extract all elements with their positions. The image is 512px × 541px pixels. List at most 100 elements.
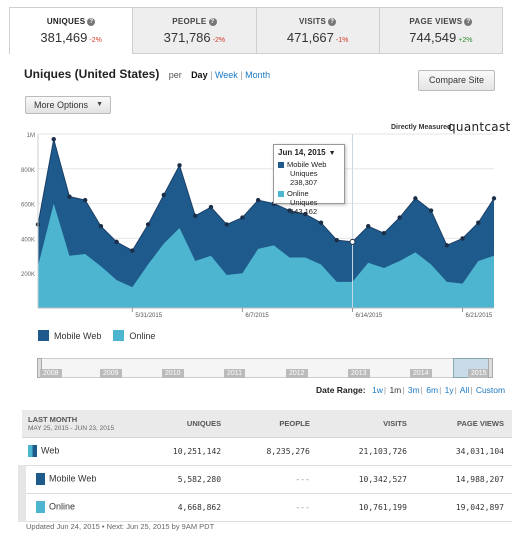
table-row[interactable]: Online 4,668,862 --- 10,761,199 19,042,8… bbox=[18, 493, 512, 522]
cell-people: --- bbox=[229, 493, 318, 522]
tab-people-label: PEOPLE bbox=[172, 17, 207, 26]
mobile-web-swatch bbox=[38, 330, 49, 341]
chart-header: Uniques (United States) per Day | Week |… bbox=[24, 67, 270, 81]
traffic-table: LAST MONTH MAY 25, 2015 - JUN 23, 2015 U… bbox=[18, 410, 512, 522]
online-swatch bbox=[36, 501, 45, 513]
period-header: LAST MONTH MAY 25, 2015 - JUN 23, 2015 bbox=[22, 410, 132, 438]
data-point bbox=[177, 163, 182, 168]
period-day[interactable]: Day bbox=[191, 70, 208, 80]
cell-visits: 10,761,199 bbox=[317, 493, 415, 522]
separator: | bbox=[402, 385, 405, 395]
range-1y-link[interactable]: 1y bbox=[445, 385, 454, 395]
data-point bbox=[413, 196, 418, 201]
data-point bbox=[255, 197, 261, 203]
range-all-link[interactable]: All bbox=[460, 385, 469, 395]
help-icon[interactable]: ? bbox=[464, 18, 473, 26]
cell-page-views: 34,031,104 bbox=[414, 437, 512, 466]
separator: | bbox=[439, 385, 442, 395]
caret-down-icon[interactable]: ▼ bbox=[329, 150, 336, 157]
data-point bbox=[381, 230, 387, 236]
tooltip-mobile-value: Uniques 238,307 bbox=[290, 169, 318, 187]
col-visits[interactable]: VISITS bbox=[317, 410, 415, 438]
uniques-area-chart[interactable]: 1M 800K 600K 400K 200K 5/31/2015 6/7/2015 6/14/… bbox=[0, 128, 512, 323]
x-tick-label: 6/7/2015 bbox=[245, 313, 269, 319]
col-people[interactable]: PEOPLE bbox=[229, 410, 318, 438]
caret-down-icon: ▼ bbox=[96, 101, 103, 108]
tab-page-views-label: PAGE VIEWS bbox=[409, 17, 463, 26]
legend-item-online[interactable]: Online bbox=[113, 330, 155, 341]
data-point bbox=[476, 220, 481, 225]
row-name: Mobile Web bbox=[49, 473, 97, 484]
period-month-link[interactable]: Month bbox=[245, 70, 270, 80]
tab-page-views[interactable]: PAGE VIEWS? 744,549 +2% bbox=[379, 7, 503, 54]
online-swatch bbox=[278, 190, 284, 197]
range-end-handle[interactable] bbox=[488, 358, 493, 378]
visits-change: -1% bbox=[335, 37, 349, 44]
col-uniques[interactable]: UNIQUES bbox=[132, 410, 230, 438]
separator: | bbox=[383, 385, 387, 395]
date-range-label: Date Range: bbox=[316, 385, 366, 395]
year-label: 2012 bbox=[286, 369, 308, 378]
date-range-links: Date Range: 1w| 1m| 3m| 6m| 1y| All| Cus… bbox=[316, 385, 505, 395]
tab-uniques[interactable]: UNIQUES? 381,469 -2% bbox=[9, 7, 134, 54]
range-1m-link[interactable]: 1m bbox=[389, 385, 401, 395]
cell-visits: 10,342,527 bbox=[317, 465, 415, 494]
data-point bbox=[240, 215, 245, 220]
online-swatch bbox=[113, 330, 125, 341]
range-1w-link[interactable]: 1w bbox=[372, 385, 383, 395]
x-tick-label: 5/31/2015 bbox=[135, 313, 162, 319]
data-point bbox=[193, 213, 198, 218]
y-tick-label: 200K bbox=[21, 272, 35, 278]
data-point bbox=[145, 222, 151, 227]
range-custom-link[interactable]: Custom bbox=[476, 385, 505, 395]
per-label: per bbox=[168, 70, 182, 80]
uniques-change: -2% bbox=[89, 37, 102, 44]
year-label: 2011 bbox=[224, 369, 246, 378]
compare-site-button[interactable]: Compare Site bbox=[418, 70, 495, 91]
table-row[interactable]: Web 10,251,142 8,235,276 21,103,726 34,0… bbox=[22, 437, 512, 466]
people-value: 371,786 bbox=[163, 30, 211, 45]
year-label: 2013 bbox=[348, 369, 370, 378]
data-point bbox=[460, 236, 465, 241]
cell-visits: 21,103,726 bbox=[317, 437, 415, 466]
date-range-slider[interactable]: 2008 2009 2010 2011 2012 2013 2014 2015 bbox=[37, 358, 493, 378]
range-3m-link[interactable]: 3m bbox=[408, 385, 420, 395]
tab-people[interactable]: PEOPLE? 371,786 -2% bbox=[133, 7, 257, 54]
more-options-label: More Options bbox=[34, 100, 89, 110]
legend-mobile-label: Mobile Web bbox=[54, 330, 102, 341]
legend-item-mobile-web[interactable]: Mobile Web bbox=[38, 330, 101, 341]
data-point bbox=[98, 224, 104, 229]
period-header-label: LAST MONTH bbox=[28, 414, 78, 424]
page-views-value: 744,549 bbox=[409, 30, 457, 45]
period-selector: Day | Week | Month bbox=[191, 70, 270, 80]
cell-uniques: 10,251,142 bbox=[132, 437, 230, 466]
data-point bbox=[114, 239, 119, 245]
help-icon[interactable]: ? bbox=[328, 18, 337, 26]
period-header-dates: MAY 25, 2015 - JUN 23, 2015 bbox=[28, 424, 115, 432]
data-point bbox=[130, 248, 135, 253]
help-icon[interactable]: ? bbox=[208, 18, 217, 26]
help-icon[interactable]: ? bbox=[87, 18, 96, 26]
data-point bbox=[444, 243, 450, 248]
chart-tooltip: Jun 14, 2015 ▼ Mobile Web Uniques 238,307… bbox=[273, 144, 345, 216]
hover-point bbox=[349, 238, 356, 245]
data-point bbox=[318, 220, 324, 225]
tooltip-date: Jun 14, 2015 bbox=[278, 148, 326, 157]
table-row[interactable]: Mobile Web 5,582,280 --- 10,342,527 14,9… bbox=[18, 465, 512, 494]
tooltip-online-value: Uniques 143,162 bbox=[290, 198, 318, 216]
data-point bbox=[67, 194, 72, 199]
cell-page-views: 14,988,207 bbox=[414, 465, 512, 494]
col-page-views[interactable]: PAGE VIEWS bbox=[414, 410, 512, 438]
period-week-link[interactable]: Week bbox=[215, 70, 238, 80]
more-options-dropdown[interactable]: More Options ▼ bbox=[25, 96, 111, 114]
chart-legend: Mobile Web Online bbox=[38, 330, 167, 341]
data-point bbox=[224, 222, 229, 227]
cell-uniques: 5,582,280 bbox=[132, 465, 230, 494]
year-label: 2015 bbox=[468, 369, 490, 378]
cell-page-views: 19,042,897 bbox=[414, 493, 512, 522]
range-6m-link[interactable]: 6m bbox=[426, 385, 438, 395]
tab-visits[interactable]: VISITS? 471,667 -1% bbox=[256, 7, 380, 54]
tooltip-mobile-label: Mobile Web bbox=[287, 160, 327, 169]
data-point bbox=[491, 196, 497, 201]
year-label: 2014 bbox=[410, 369, 432, 378]
